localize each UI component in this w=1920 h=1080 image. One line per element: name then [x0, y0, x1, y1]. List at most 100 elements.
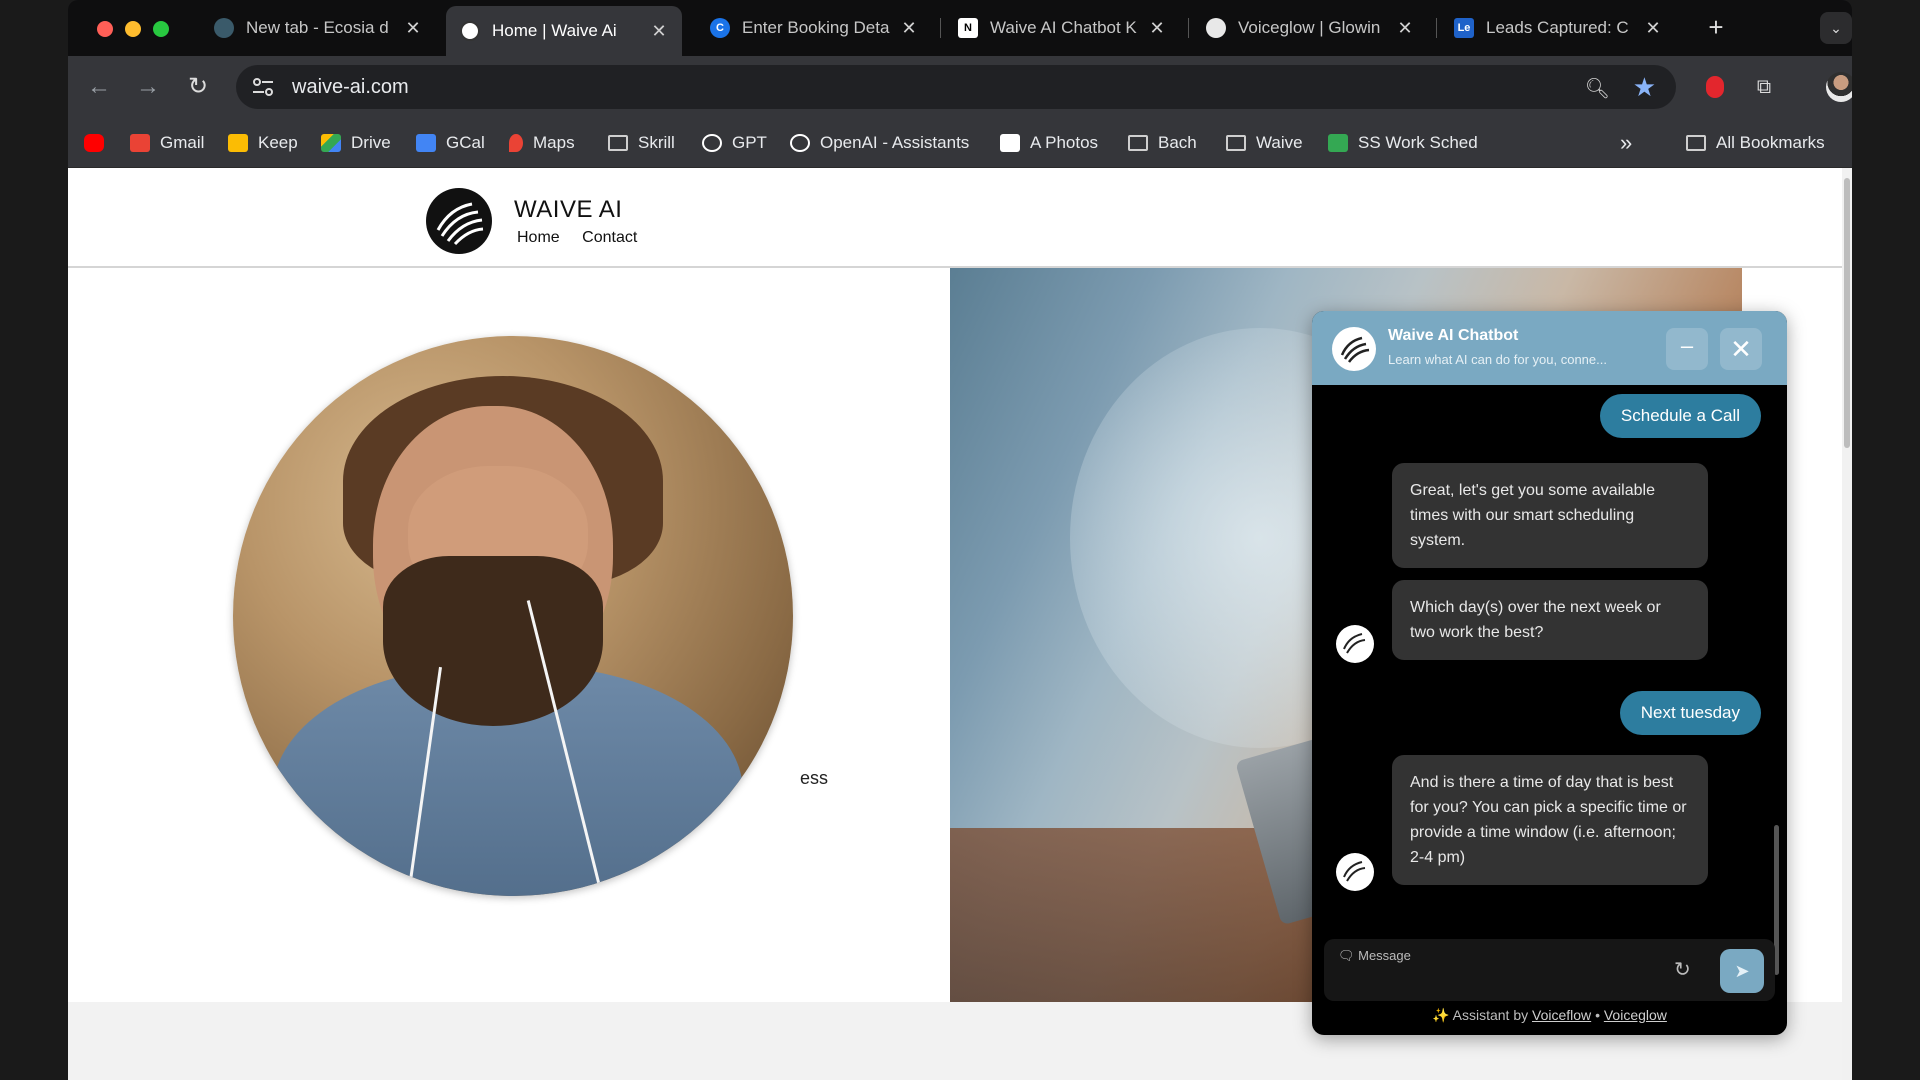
chat-bubble-icon: 🗨︎ — [1338, 948, 1359, 963]
send-button[interactable]: ➤ — [1720, 949, 1764, 993]
user-message: Schedule a Call — [1599, 394, 1761, 438]
chat-header: Waive AI Chatbot Learn what AI can do fo… — [1312, 311, 1787, 385]
webcam-video-bubble[interactable] — [233, 336, 793, 896]
tab-notion[interactable]: N Waive AI Chatbot K ✕ — [944, 8, 1180, 48]
page-scrollbar[interactable] — [1842, 168, 1852, 1080]
tab-search-chevron-icon[interactable]: ⌄ — [1820, 12, 1852, 44]
extensions-puzzle-icon[interactable]: ⧉ — [1749, 72, 1779, 102]
bookmark-label: Bach — [1158, 133, 1197, 152]
tab-close-icon[interactable]: ✕ — [404, 18, 422, 39]
tab-close-icon[interactable]: ✕ — [1396, 18, 1414, 39]
close-window-button[interactable] — [97, 21, 113, 37]
bookmark-star-icon[interactable]: ★ — [1633, 72, 1656, 103]
all-bookmarks[interactable]: All Bookmarks — [1686, 130, 1825, 156]
minimize-window-button[interactable] — [125, 21, 141, 37]
nav-contact-link[interactable]: Contact — [582, 229, 637, 246]
tab-title: Voiceglow | Glowin — [1238, 18, 1381, 37]
site-header: WAIVE AI Home Contact — [68, 168, 1842, 268]
tab-booking[interactable]: C Enter Booking Deta ✕ — [696, 8, 932, 48]
tab-voiceglow[interactable]: Voiceglow | Glowin ✕ — [1192, 8, 1428, 48]
tab-leads[interactable]: Le Leads Captured: C ✕ — [1440, 8, 1676, 48]
footer-prefix: ✨ Assistant by — [1432, 1007, 1529, 1023]
folder-icon — [1686, 135, 1706, 151]
bookmark-drive[interactable]: Drive — [321, 130, 391, 156]
chat-minimize-button[interactable]: – — [1666, 328, 1708, 370]
bookmark-youtube[interactable] — [84, 130, 114, 156]
bookmark-a-photos[interactable]: A Photos — [1000, 130, 1098, 156]
chatbot-widget: Waive AI Chatbot Learn what AI can do fo… — [1312, 311, 1787, 1035]
le-icon: Le — [1454, 18, 1474, 38]
tab-title: Home | Waive Ai — [492, 21, 617, 40]
bookmark-skrill[interactable]: Skrill — [608, 130, 675, 156]
page-scroll-thumb[interactable] — [1844, 178, 1850, 448]
new-tab-button[interactable]: + — [1700, 12, 1732, 43]
tab-close-icon[interactable]: ✕ — [900, 18, 918, 39]
bookmarks-bar: Gmail Keep Drive GCal Maps Skrill GPT Op… — [68, 118, 1852, 168]
bookmark-ss-work-sched[interactable]: SS Work Sched — [1328, 130, 1478, 156]
tab-separator — [1188, 18, 1189, 38]
bookmark-label: Gmail — [160, 133, 205, 152]
zoom-icon[interactable]: 🔍︎ — [1585, 76, 1610, 101]
bookmark-label: Maps — [533, 133, 575, 152]
waive-logo-icon[interactable] — [424, 186, 494, 256]
bot-avatar-icon — [1336, 853, 1374, 891]
tab-ecosia[interactable]: New tab - Ecosia d ✕ — [200, 8, 436, 48]
back-arrow-icon[interactable]: ← — [84, 72, 114, 102]
gmail-icon — [130, 134, 150, 152]
drive-icon — [321, 134, 341, 152]
bot-message: Which day(s) over the next week or two w… — [1392, 580, 1708, 660]
webcam-beard — [383, 556, 603, 726]
bookmark-gmail[interactable]: Gmail — [130, 130, 204, 156]
message-input[interactable]: 🗨︎ Message — [1338, 948, 1411, 964]
chat-close-button[interactable]: ✕ — [1720, 328, 1762, 370]
nav-home-link[interactable]: Home — [517, 229, 560, 246]
chat-input-area[interactable]: 🗨︎ Message ↻ ➤ — [1324, 939, 1775, 1001]
ecosia-icon — [214, 18, 234, 38]
url-text: waive-ai.com — [292, 76, 409, 98]
bookmark-label: SS Work Sched — [1358, 133, 1478, 152]
bookmark-gcal[interactable]: GCal — [416, 130, 485, 156]
voiceglow-icon — [1206, 18, 1226, 38]
tab-waive-home[interactable]: Home | Waive Ai ✕ — [446, 6, 682, 56]
site-title[interactable]: WAIVE AI — [514, 196, 622, 224]
chat-messages[interactable]: Schedule a Call Great, let's get you som… — [1312, 385, 1787, 975]
bot-avatar-icon — [1336, 625, 1374, 663]
bookmark-label: Skrill — [638, 133, 675, 152]
tab-close-icon[interactable]: ✕ — [650, 21, 668, 42]
chat-title: Waive AI Chatbot — [1388, 327, 1519, 344]
tab-close-icon[interactable]: ✕ — [1644, 18, 1662, 39]
site-info-icon[interactable] — [252, 77, 274, 97]
bot-message: Great, let's get you some available time… — [1392, 463, 1708, 568]
tab-title: New tab - Ecosia d — [246, 18, 389, 37]
bookmark-keep[interactable]: Keep — [228, 130, 298, 156]
voiceglow-link[interactable]: Voiceglow — [1604, 1007, 1667, 1023]
reload-icon[interactable]: ↻ — [183, 72, 213, 102]
tab-close-icon[interactable]: ✕ — [1148, 18, 1166, 39]
bookmark-gpt[interactable]: GPT — [702, 130, 767, 156]
more-bookmarks-chevron-icon[interactable]: » — [1620, 130, 1632, 156]
maximize-window-button[interactable] — [153, 21, 169, 37]
bookmark-openai-assistants[interactable]: OpenAI - Assistants — [790, 130, 969, 156]
tab-title: Leads Captured: C — [1486, 18, 1629, 37]
gcal-icon — [416, 134, 436, 152]
voiceflow-link[interactable]: Voiceflow — [1532, 1007, 1591, 1023]
amazon-photos-icon — [1000, 134, 1020, 152]
bookmark-label: All Bookmarks — [1716, 133, 1825, 152]
bookmark-waive[interactable]: Waive — [1226, 130, 1303, 156]
tab-separator — [1436, 18, 1437, 38]
bookmark-label: Keep — [258, 133, 298, 152]
bookmark-maps[interactable]: Maps — [509, 130, 575, 156]
bookmark-label: Waive — [1256, 133, 1303, 152]
tab-strip: New tab - Ecosia d ✕ Home | Waive Ai ✕ C… — [68, 0, 1852, 56]
extension-red-icon[interactable] — [1700, 72, 1730, 102]
sheets-icon — [1328, 134, 1348, 152]
profile-avatar[interactable] — [1824, 70, 1852, 104]
bot-message: And is there a time of day that is best … — [1392, 755, 1708, 885]
bookmark-bach[interactable]: Bach — [1128, 130, 1197, 156]
folder-icon — [608, 135, 628, 151]
address-bar[interactable]: waive-ai.com 🔍︎ ★ — [236, 65, 1676, 109]
bookmark-label: Drive — [351, 133, 391, 152]
forward-arrow-icon[interactable]: → — [133, 72, 163, 102]
reset-refresh-icon[interactable]: ↻ — [1674, 957, 1691, 982]
bookmark-label: A Photos — [1030, 133, 1099, 152]
